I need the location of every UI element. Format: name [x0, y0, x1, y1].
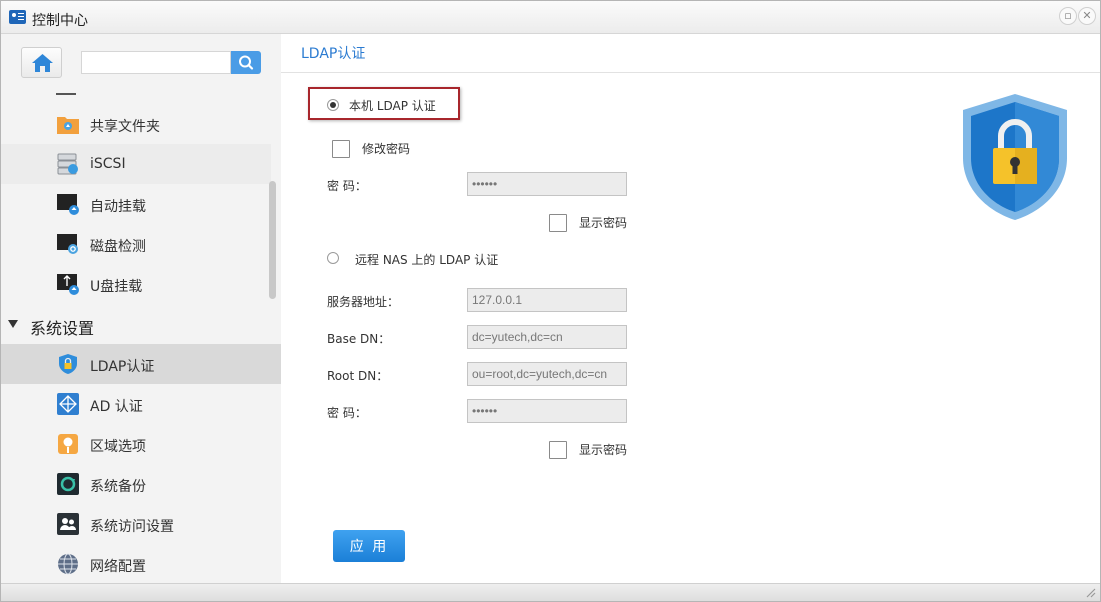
auto-mount-icon	[57, 194, 79, 215]
local-ldap-radio[interactable]	[327, 99, 339, 111]
home-icon	[32, 54, 53, 72]
ldap-shield-lock-icon	[963, 94, 1067, 220]
sidebar-item-region[interactable]: 区域选项	[1, 424, 271, 464]
sidebar-item-shared-folder[interactable]: 共享文件夹	[1, 104, 271, 144]
search-button[interactable]	[231, 51, 261, 74]
sidebar-item-label: 区域选项	[90, 439, 146, 455]
base-dn-field[interactable]	[467, 325, 627, 349]
access-users-icon	[57, 513, 79, 535]
server-address-label: 服务器地址：	[327, 295, 400, 309]
sidebar-item-backup[interactable]: 系统备份	[1, 464, 271, 504]
usb-mount-icon	[57, 274, 79, 295]
sidebar-item-ad[interactable]: AD 认证	[1, 384, 271, 424]
search-input[interactable]	[81, 51, 231, 74]
root-dn-label: Root DN：	[327, 369, 389, 383]
disk-check-icon	[57, 234, 78, 254]
remote-show-password-checkbox[interactable]	[549, 441, 567, 459]
remote-password-label: 密 码：	[327, 406, 367, 420]
sidebar-item-label: 系统备份	[90, 479, 146, 495]
base-dn-label: Base DN：	[327, 332, 391, 346]
change-password-label: 修改密码	[362, 142, 411, 156]
resize-grip-icon[interactable]	[1085, 587, 1096, 598]
main-header: LDAP认证	[281, 34, 1100, 73]
remote-show-password-label: 显示密码	[579, 443, 628, 457]
sidebar-item-label: 网络配置	[90, 559, 146, 575]
sidebar-item-usb-mount[interactable]: U盘挂载	[1, 264, 271, 304]
network-globe-icon	[58, 553, 78, 575]
remote-password-field[interactable]	[467, 399, 627, 423]
partial-item-icon	[56, 93, 76, 95]
server-address-field[interactable]	[467, 288, 627, 312]
sidebar-item-ldap[interactable]: LDAP认证	[1, 344, 281, 384]
close-button[interactable]: ✕	[1078, 7, 1096, 25]
status-bar	[1, 583, 1100, 601]
sidebar-item-label: AD 认证	[90, 399, 143, 415]
sidebar-scrollbar[interactable]	[269, 181, 276, 299]
sidebar-item-label: U盘挂载	[90, 279, 143, 295]
iscsi-disk-icon	[57, 153, 78, 175]
sidebar-item-label: iSCSI	[90, 156, 126, 172]
collapse-triangle-icon	[8, 320, 18, 328]
sidebar-item-label: LDAP认证	[90, 359, 155, 375]
main-panel: LDAP认证 本机 LDAP 认证 修改密码 密 码： 显示密码 远程 NAS …	[281, 34, 1100, 583]
local-show-password-checkbox[interactable]	[549, 214, 567, 232]
sidebar: 共享文件夹 iSCSI 自动挂载 磁盘检测 U盘挂载 系统设置 LDAP认证 A…	[1, 34, 281, 583]
control-center-window: 控制中心 ▫ ✕ 共享文件夹 iSCSI 自动挂载 磁盘检测 U盘挂载 系统设置…	[0, 0, 1101, 602]
sidebar-item-label: 系统访问设置	[90, 519, 174, 535]
group-system-settings[interactable]: 系统设置	[1, 309, 271, 341]
home-button[interactable]	[21, 47, 62, 78]
sidebar-item-disk-check[interactable]: 磁盘检测	[1, 224, 271, 264]
title-bar[interactable]: 控制中心 ▫ ✕	[1, 1, 1100, 34]
backup-icon	[57, 473, 79, 495]
remote-ldap-radio[interactable]	[327, 252, 339, 264]
control-center-icon	[9, 10, 26, 24]
local-password-field[interactable]	[467, 172, 627, 196]
root-dn-field[interactable]	[467, 362, 627, 386]
local-password-label: 密 码：	[327, 179, 367, 193]
local-show-password-label: 显示密码	[579, 216, 628, 230]
remote-ldap-label: 远程 NAS 上的 LDAP 认证	[355, 253, 499, 267]
apply-button[interactable]: 应 用	[333, 530, 405, 562]
sidebar-item-auto-mount[interactable]: 自动挂载	[1, 184, 271, 224]
sidebar-item-access[interactable]: 系统访问设置	[1, 504, 271, 544]
sidebar-item-label: 自动挂载	[90, 199, 146, 215]
group-label: 系统设置	[30, 319, 95, 338]
region-pin-icon	[58, 434, 78, 454]
change-password-checkbox[interactable]	[332, 140, 350, 158]
sidebar-item-iscsi[interactable]: iSCSI	[1, 144, 271, 184]
ad-network-icon	[57, 393, 79, 415]
sidebar-item-label: 磁盘检测	[90, 239, 146, 255]
shield-lock-icon	[59, 354, 77, 374]
local-ldap-label: 本机 LDAP 认证	[349, 99, 436, 113]
shared-folder-icon	[57, 117, 79, 134]
page-title: LDAP认证	[301, 46, 366, 62]
sidebar-item-network[interactable]: 网络配置	[1, 544, 271, 583]
minimize-button[interactable]: ▫	[1059, 7, 1077, 25]
sidebar-item-label: 共享文件夹	[90, 119, 160, 135]
window-title: 控制中心	[32, 13, 88, 29]
search-icon	[239, 55, 254, 70]
